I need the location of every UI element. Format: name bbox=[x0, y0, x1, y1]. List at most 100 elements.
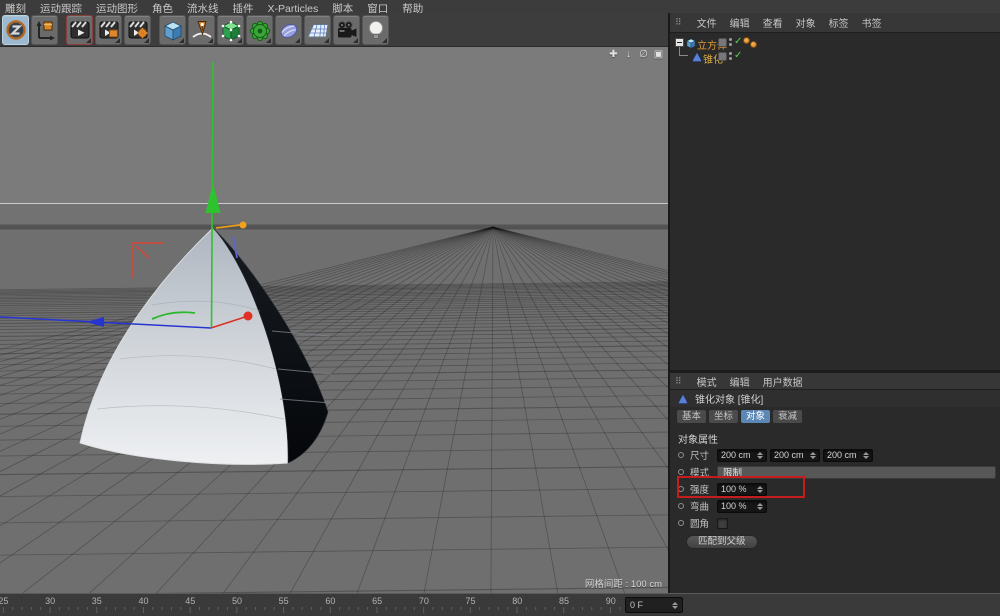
generators-button[interactable] bbox=[217, 15, 244, 45]
maximize-view-icon[interactable]: ▣ bbox=[653, 49, 664, 61]
layer-swatch[interactable] bbox=[718, 52, 727, 61]
rotate-icon[interactable]: ∅ bbox=[638, 49, 649, 61]
stepper-icon[interactable] bbox=[810, 452, 816, 459]
tab-object[interactable]: 对象 bbox=[741, 410, 770, 423]
submenu-corner bbox=[86, 38, 91, 43]
om-menu-bookmark[interactable]: 书签 bbox=[862, 15, 882, 30]
stepper-icon[interactable] bbox=[672, 602, 678, 609]
size-z-input[interactable]: 200 cm bbox=[823, 449, 873, 462]
deformers-button[interactable] bbox=[246, 15, 273, 45]
menu-help[interactable]: 帮助 bbox=[402, 0, 423, 13]
tab-coordinates[interactable]: 坐标 bbox=[709, 410, 738, 423]
fields-button[interactable] bbox=[275, 15, 302, 45]
size-x-input[interactable]: 200 cm bbox=[717, 449, 767, 462]
panel-handle-icon[interactable]: ⠿ bbox=[675, 376, 682, 387]
stepper-icon[interactable] bbox=[757, 452, 763, 459]
menu-pipeline[interactable]: 流水线 bbox=[187, 0, 219, 13]
menu-motion-tracker[interactable]: 运动跟踪 bbox=[40, 0, 82, 13]
attribute-object-title: 锥化对象 [锥化] bbox=[695, 391, 763, 406]
main-menubar: 雕刻 运动跟踪 运动图形 角色 流水线 插件 X-Particles 脚本 窗口… bbox=[0, 0, 1000, 13]
object-row-cube[interactable]: 立方体 ✓ bbox=[670, 36, 1000, 50]
attribute-tabs: 基本 坐标 对象 衰减 bbox=[670, 407, 1000, 425]
am-menu-userdata[interactable]: 用户数据 bbox=[763, 374, 803, 389]
menu-plugins[interactable]: 插件 bbox=[233, 0, 254, 13]
stepper-icon[interactable] bbox=[863, 452, 869, 459]
size-x-value: 200 cm bbox=[721, 450, 751, 460]
curvature-input[interactable]: 100 % bbox=[717, 500, 767, 513]
curvature-label: 弯曲 bbox=[690, 499, 717, 513]
om-menu-object[interactable]: 对象 bbox=[796, 15, 816, 30]
visibility-dots-icon[interactable] bbox=[729, 38, 732, 46]
stepper-icon[interactable] bbox=[757, 486, 763, 493]
collapse-toggle-icon[interactable] bbox=[675, 38, 684, 47]
anim-toggle-icon[interactable] bbox=[678, 452, 684, 458]
tab-falloff[interactable]: 衰减 bbox=[773, 410, 802, 423]
phong-tag-icon[interactable] bbox=[743, 37, 750, 44]
menu-sculpt[interactable]: 雕刻 bbox=[5, 0, 26, 13]
stepper-icon[interactable] bbox=[757, 503, 763, 510]
tag-icon[interactable] bbox=[750, 41, 757, 48]
render-settings-button[interactable] bbox=[124, 15, 151, 45]
am-menu-mode[interactable]: 模式 bbox=[697, 374, 717, 389]
light-button[interactable] bbox=[362, 15, 389, 45]
viewport-3d[interactable]: ✚ ↓ ∅ ▣ 网格间距 : 100 cm bbox=[0, 47, 668, 593]
attribute-manager-menubar: ⠿ 模式 编辑 用户数据 bbox=[670, 373, 1000, 390]
current-frame-field[interactable]: 0 F bbox=[625, 597, 683, 613]
frame-label: 50 bbox=[214, 596, 261, 606]
menu-mograph[interactable]: 运动图形 bbox=[96, 0, 138, 13]
z-plugin-button[interactable] bbox=[2, 15, 29, 45]
taper-handle-dot[interactable] bbox=[240, 222, 247, 229]
om-menu-edit[interactable]: 编辑 bbox=[730, 15, 750, 30]
submenu-corner bbox=[382, 38, 387, 43]
dolly-icon[interactable]: ↓ bbox=[623, 49, 634, 61]
x-axis-handle[interactable] bbox=[244, 312, 253, 321]
om-menu-tag[interactable]: 标签 bbox=[829, 15, 849, 30]
enabled-check-icon[interactable]: ✓ bbox=[734, 50, 742, 61]
timeline-ruler[interactable]: 25 30 35 40 45 50 55 60 65 70 75 80 85 9… bbox=[0, 594, 622, 616]
mode-label: 模式 bbox=[690, 465, 717, 479]
enabled-check-icon[interactable]: ✓ bbox=[734, 36, 742, 47]
axis-mode-button[interactable] bbox=[31, 15, 58, 45]
frame-label: 85 bbox=[541, 596, 588, 606]
anim-toggle-icon[interactable] bbox=[678, 469, 684, 475]
anim-toggle-icon[interactable] bbox=[678, 486, 684, 492]
viewport-nav: ✚ ↓ ∅ ▣ bbox=[608, 49, 664, 61]
fit-to-parent-button[interactable]: 匹配到父级 bbox=[686, 535, 758, 549]
pan-icon[interactable]: ✚ bbox=[608, 49, 619, 61]
visibility-dots-icon[interactable] bbox=[729, 52, 732, 60]
size-z-value: 200 cm bbox=[827, 450, 857, 460]
strength-input[interactable]: 100 % bbox=[717, 483, 767, 496]
curvature-row: 弯曲 100 % bbox=[670, 499, 1000, 513]
om-menu-file[interactable]: 文件 bbox=[697, 15, 717, 30]
layer-swatch[interactable] bbox=[718, 38, 727, 47]
submenu-corner bbox=[237, 38, 242, 43]
render-view-button[interactable] bbox=[66, 15, 93, 45]
primitive-cube-button[interactable] bbox=[159, 15, 186, 45]
anim-toggle-icon[interactable] bbox=[678, 503, 684, 509]
object-tree: 立方体 ✓ 锥化 ✓ bbox=[670, 33, 1000, 370]
fillet-checkbox[interactable] bbox=[717, 518, 728, 529]
object-row-taper[interactable]: 锥化 ✓ bbox=[670, 50, 1000, 64]
mode-row: 模式 限制 bbox=[670, 465, 1000, 479]
timeline-labels: 25 30 35 40 45 50 55 60 65 70 75 80 85 9… bbox=[0, 596, 622, 606]
render-picture-viewer-button[interactable] bbox=[95, 15, 122, 45]
om-menu-view[interactable]: 查看 bbox=[763, 15, 783, 30]
size-y-input[interactable]: 200 cm bbox=[770, 449, 820, 462]
grid-horizon-band bbox=[0, 225, 668, 230]
menu-script[interactable]: 脚本 bbox=[332, 0, 353, 13]
camera-button[interactable] bbox=[333, 15, 360, 45]
spline-pen-button[interactable] bbox=[188, 15, 215, 45]
menu-xparticles[interactable]: X-Particles bbox=[268, 0, 319, 13]
strength-label: 强度 bbox=[690, 482, 717, 496]
environment-button[interactable] bbox=[304, 15, 331, 45]
tab-basic[interactable]: 基本 bbox=[677, 410, 706, 423]
menu-window[interactable]: 窗口 bbox=[367, 0, 388, 13]
am-menu-edit[interactable]: 编辑 bbox=[730, 374, 750, 389]
attribute-content: 对象属性 尺寸 200 cm 200 cm 200 cm 模式 限制 强度 10… bbox=[670, 425, 1000, 600]
object-properties-header: 对象属性 bbox=[678, 431, 718, 446]
menu-character[interactable]: 角色 bbox=[152, 0, 173, 13]
panel-handle-icon[interactable]: ⠿ bbox=[675, 17, 682, 28]
mode-dropdown[interactable]: 限制 bbox=[717, 466, 996, 479]
frame-label: 75 bbox=[447, 596, 494, 606]
anim-toggle-icon[interactable] bbox=[678, 520, 684, 526]
